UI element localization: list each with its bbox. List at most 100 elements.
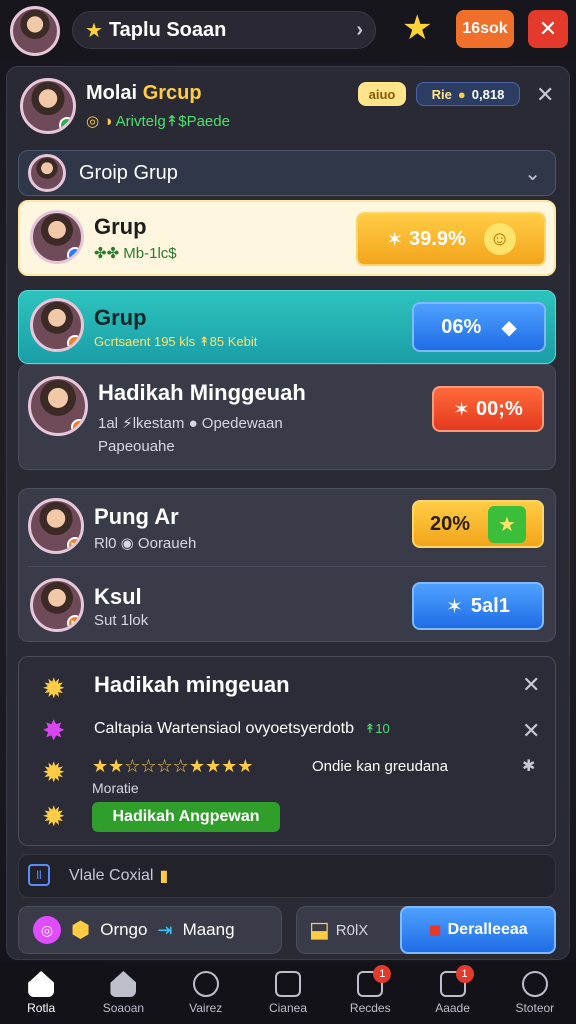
row-action-label: 20%: [430, 512, 471, 535]
cube-icon: ◼: [428, 922, 442, 939]
nav-label: Soaoan: [102, 1001, 145, 1015]
star-icon: ✶: [446, 595, 463, 618]
nav-item-house[interactable]: Soaoan: [82, 963, 164, 1023]
achievement-line-1-text: Caltapia Wartensiaol ovyoetsyerdotb: [94, 720, 354, 737]
divider: [28, 566, 546, 567]
close-icon[interactable]: ✕: [522, 718, 540, 744]
header-badge-1: aiuo: [358, 82, 406, 106]
plus-icon: +: [67, 335, 81, 349]
row-avatar: ★: [28, 376, 88, 436]
shop-icon: 1: [439, 965, 474, 997]
footer-right-button-2-label: Deralleeaa: [447, 921, 528, 938]
nav-label: Rotla: [27, 1001, 56, 1015]
check-icon: ✔: [59, 117, 73, 131]
nav-item-profile[interactable]: Stoteor: [494, 963, 576, 1023]
header-title-part2: Grcup: [142, 82, 202, 104]
search-input[interactable]: ★ Taplu Soaan ›: [72, 11, 376, 49]
nav-label: Cianea: [268, 1001, 307, 1015]
check-icon: ✔: [67, 247, 81, 261]
profile-icon: [521, 971, 548, 997]
row-avatar: ✔: [30, 210, 84, 264]
nav-item-home[interactable]: Rotla: [0, 963, 82, 1023]
footer-right-button-1[interactable]: R0lX: [336, 922, 369, 939]
achievement-line-1-extra: ↟10: [364, 721, 390, 736]
close-button[interactable]: ✕: [528, 10, 568, 48]
achievement-line-3: Moratie: [92, 780, 139, 796]
row-subtitle: 1al ⚡lkestam ● Opedewaan: [98, 415, 283, 432]
row-action-label: 5al1: [470, 594, 510, 617]
trophy-icon: ✹: [42, 801, 66, 832]
row-action-label: 00;%: [476, 397, 523, 420]
row-avatar: ▶: [28, 498, 84, 554]
close-icon[interactable]: ✕: [536, 82, 554, 108]
row-avatar: +: [30, 298, 84, 352]
row-action-button[interactable]: ✶ 00;%: [432, 386, 544, 432]
notification-badge: 1: [373, 965, 392, 983]
nav-item-square[interactable]: Cianea: [247, 963, 329, 1023]
star-icon: ✶: [453, 398, 471, 421]
nav-label: Aaade: [435, 1001, 470, 1015]
close-icon[interactable]: ✕: [522, 672, 540, 698]
arrow-icon: ⇥: [157, 919, 173, 940]
row-title: Ksul: [94, 584, 142, 609]
group-select[interactable]: Groip Grup ⌄: [18, 150, 556, 196]
trophy-icon: ⬢: [71, 917, 91, 942]
house-icon: [110, 971, 137, 997]
star-icon[interactable]: ★: [402, 8, 440, 47]
row-title: Grup: [94, 305, 147, 330]
chevron-right-icon: ›: [356, 18, 363, 41]
trophy-icon: ✹: [42, 757, 66, 788]
play-icon: ▶: [67, 615, 81, 629]
play-icon: ▶: [67, 537, 81, 551]
footer-right-button-2[interactable]: ◼ Deralleeaa: [400, 906, 556, 954]
header-title-part1: Molai: [86, 82, 138, 104]
gift-icon: 1: [357, 965, 392, 997]
gem-icon: ◆: [501, 316, 517, 339]
nav-item-search[interactable]: Vairez: [165, 963, 247, 1023]
header-badge-2-value: 0,818: [471, 86, 505, 102]
row-subtitle: ✤✤ Mb-1lc$: [94, 245, 177, 262]
pause-icon[interactable]: ll: [28, 864, 50, 886]
row-subtitle: Rl0 ◉ Ooraueh: [94, 535, 197, 552]
achievements-title: Hadikah mingeuan: [94, 672, 290, 697]
row-action-button[interactable]: 06% ◆: [412, 302, 546, 352]
row-subtitle: Sut 1lok: [94, 612, 149, 629]
footer-left-buttons: ◎ ⬢ Orngo ⇥ Maang: [18, 906, 282, 954]
gem-icon[interactable]: ◎: [33, 916, 61, 944]
nav-label: Vairez: [189, 1001, 223, 1015]
search-icon: [192, 971, 219, 997]
toggle-row[interactable]: Vlale Coxial ▮: [18, 854, 556, 898]
nav-item-gift[interactable]: 1 Recdes: [329, 963, 411, 1023]
square-icon: [274, 971, 301, 997]
row-title: Pung Ar: [94, 504, 179, 529]
header-title: Molai Grcup: [86, 82, 202, 105]
row-action-label: 06%: [441, 315, 482, 338]
row-title: Hadikah Minggeuah: [98, 380, 306, 405]
coins-button[interactable]: 16sok: [456, 10, 514, 48]
sparkle-icon[interactable]: ✱: [522, 756, 535, 776]
achievement-line-1: Caltapia Wartensiaol ovyoetsyerdotb ↟10: [94, 720, 390, 738]
toggle-label: Vlale Coxial: [69, 867, 154, 884]
smile-icon: ☺: [483, 223, 516, 255]
chest-icon: ⬓: [309, 917, 330, 942]
avatar[interactable]: [10, 6, 60, 56]
nav-item-shop[interactable]: 1 Aaade: [412, 963, 494, 1023]
footer-left-button-1[interactable]: Orngo: [100, 920, 147, 940]
coin-icon: ◎ ◑: [86, 113, 116, 130]
coin-icon: ▮: [159, 868, 169, 885]
footer-left-button-2[interactable]: Maang: [183, 920, 235, 940]
achievement-green-tag[interactable]: Hadikah Angpewan: [92, 802, 280, 832]
star-badge-icon: ✸: [42, 715, 66, 746]
star-icon: ★: [488, 505, 526, 543]
notification-badge: 1: [455, 965, 474, 983]
nav-label: Stoteor: [515, 1001, 555, 1015]
row-action-button[interactable]: ✶ 5al1: [412, 582, 544, 630]
group-select-avatar: [28, 154, 66, 192]
row-action-button[interactable]: ✶ 39.9% ☺: [356, 212, 546, 266]
row-action-button[interactable]: 20% ★: [412, 500, 544, 548]
stars-rating: ★★☆☆☆☆★★★★: [92, 756, 254, 776]
row-title: Grup: [94, 214, 147, 239]
achievement-line-2: Ondie kan greudana: [312, 758, 448, 775]
header-avatar[interactable]: ✔: [20, 78, 76, 134]
header-subtitle-text: Arivtelg↟$Paede: [115, 113, 230, 130]
